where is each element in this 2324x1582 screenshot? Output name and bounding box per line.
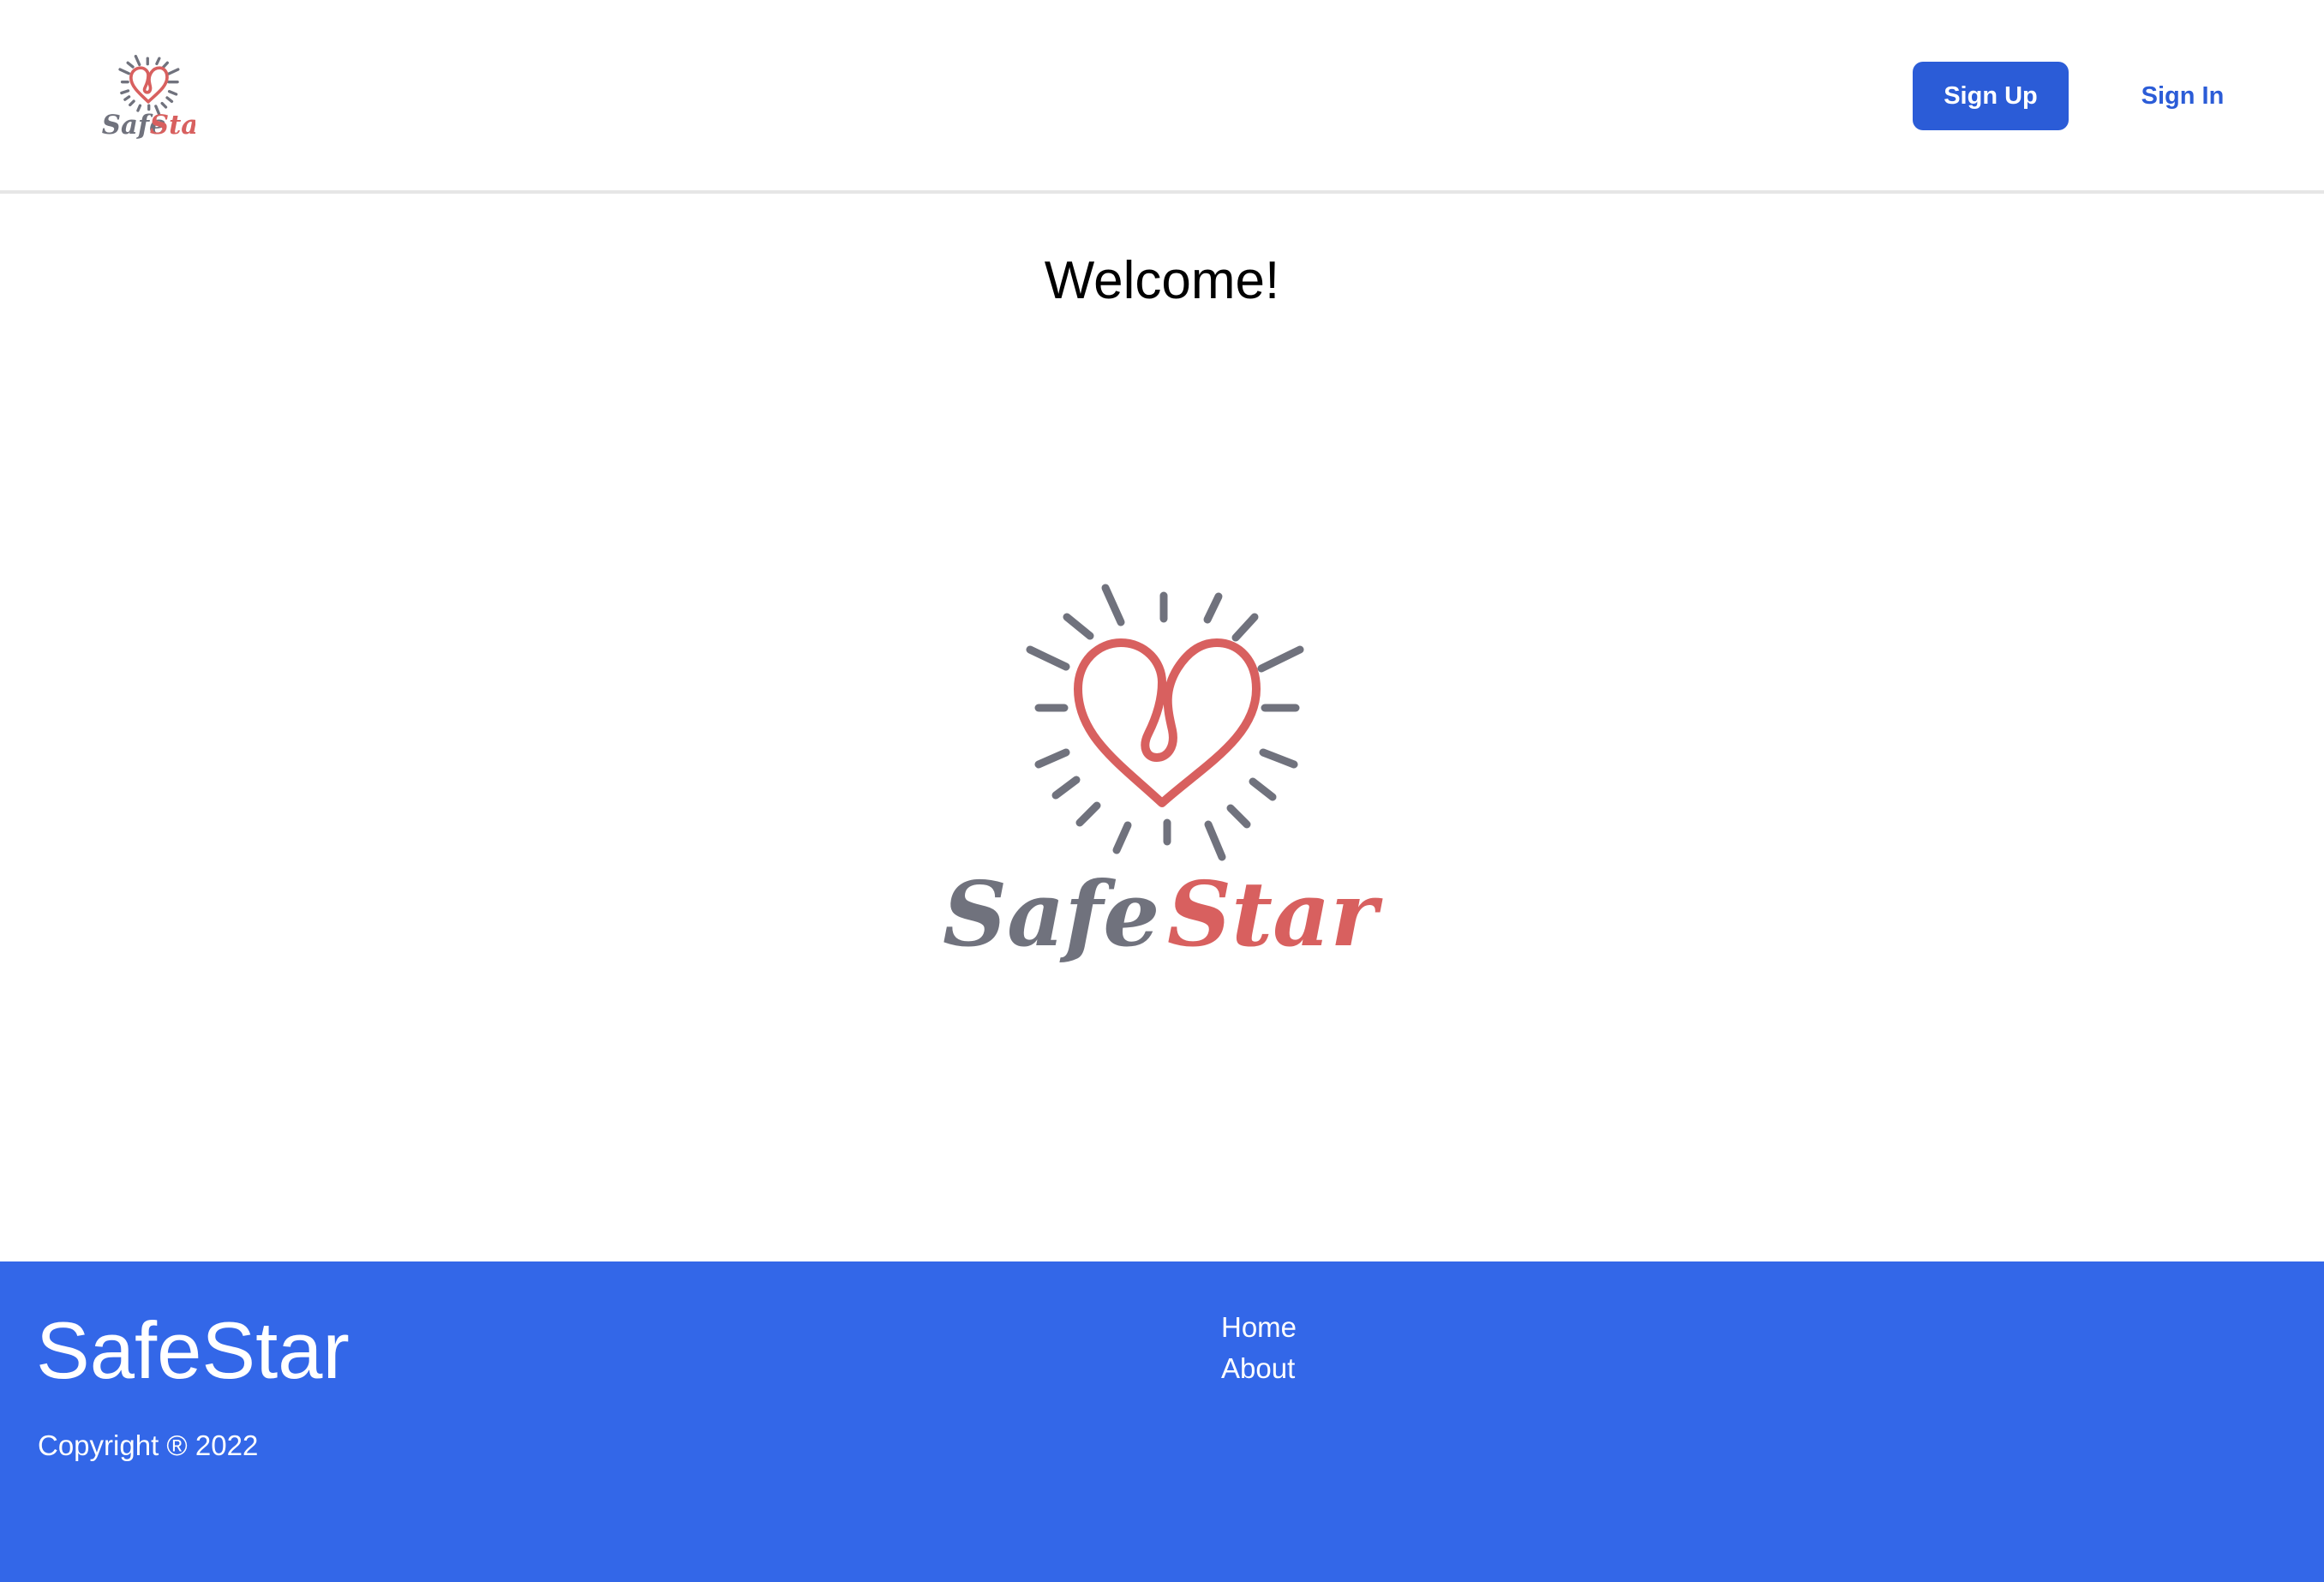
welcome-heading: Welcome! xyxy=(1044,251,1280,310)
page: Safe Star Sign Up Sign In Welcome! xyxy=(0,0,2324,1582)
hero-logo-word-star: Star xyxy=(1167,861,1384,967)
hero-logo-word-safe: Safe xyxy=(943,861,1159,967)
safestar-hero-logo-icon: Safe Star xyxy=(943,584,1384,967)
top-navbar: Safe Star Sign Up Sign In xyxy=(0,0,2324,194)
sign-up-button[interactable]: Sign Up xyxy=(1913,62,2069,130)
footer: SafeStar Copyright ® 2022 Home About xyxy=(0,1261,2324,1582)
footer-link-home[interactable]: Home xyxy=(1221,1311,1297,1344)
footer-copyright: Copyright ® 2022 xyxy=(38,1429,259,1461)
footer-link-about[interactable]: About xyxy=(1221,1352,1297,1385)
logo-word-star: Star xyxy=(150,110,195,141)
footer-nav: Home About xyxy=(1221,1311,1297,1385)
safestar-logo-icon[interactable]: Safe Star xyxy=(101,55,195,141)
sign-in-link[interactable]: Sign In xyxy=(2108,62,2257,130)
footer-brand: SafeStar xyxy=(36,1305,350,1395)
